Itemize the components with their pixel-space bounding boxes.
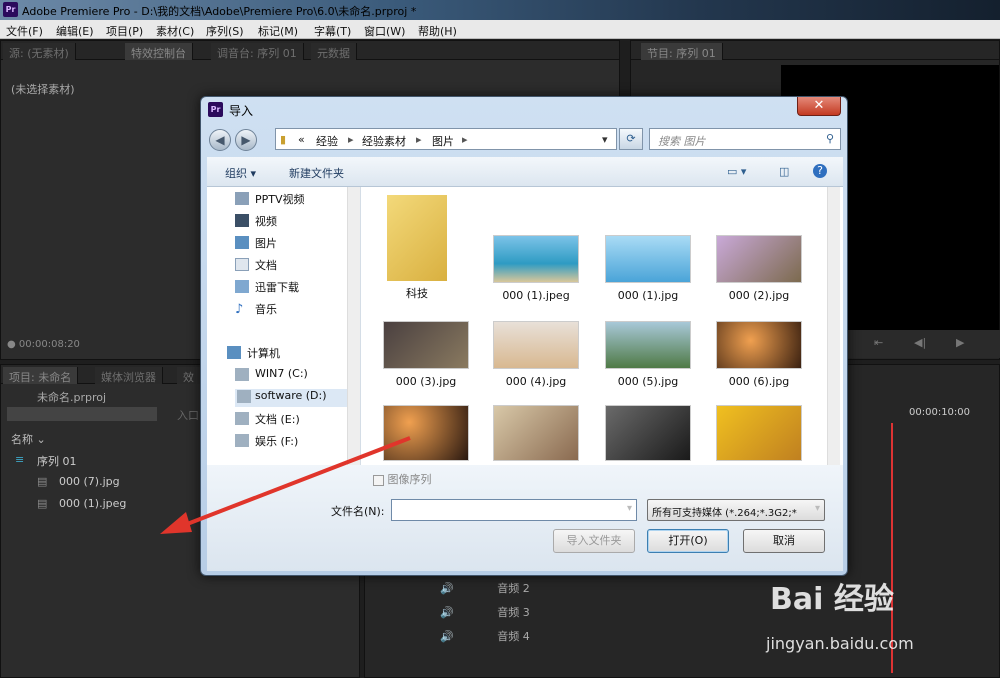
watermark-brand: Bai 经验 xyxy=(770,582,894,617)
baidu-watermark: Bai 经验 xyxy=(770,574,894,618)
watermark-url: jingyan.baidu.com xyxy=(766,634,914,653)
